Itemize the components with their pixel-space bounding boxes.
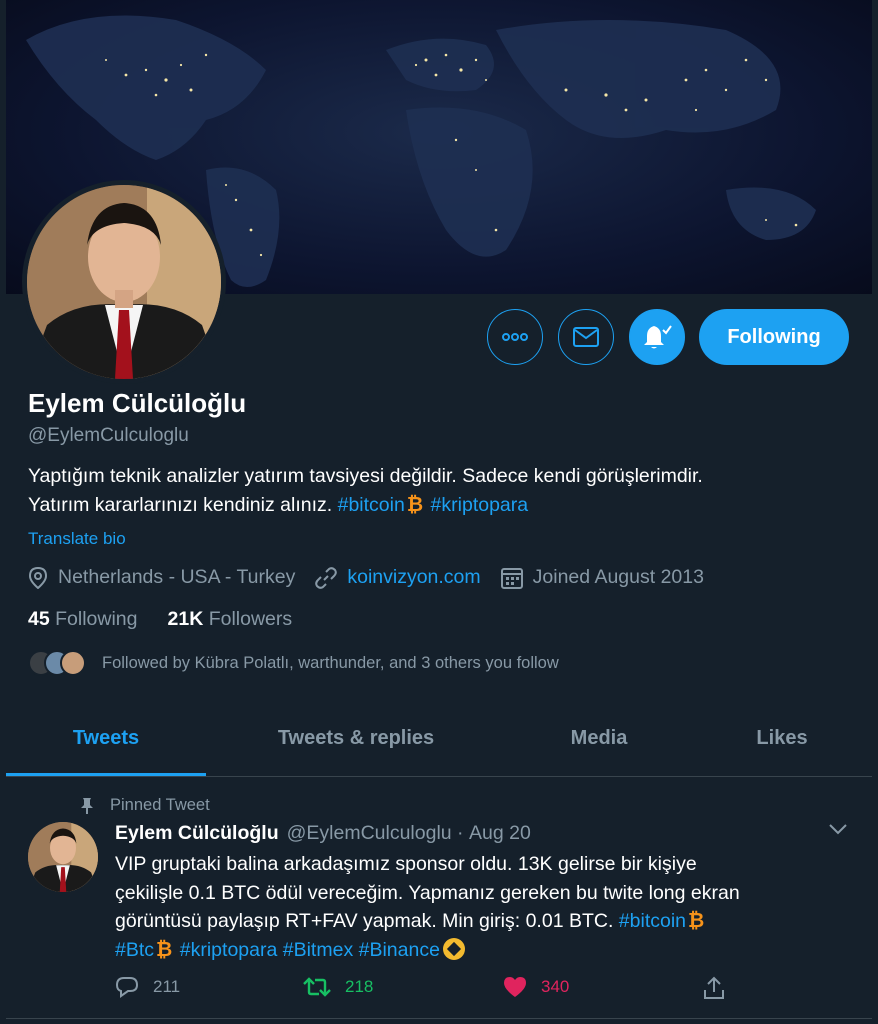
location: Netherlands - USA - Turkey bbox=[28, 566, 295, 589]
reply-icon bbox=[115, 977, 139, 998]
hashtag-kriptopara[interactable]: #kriptopara bbox=[431, 494, 529, 516]
join-date-text: Joined August 2013 bbox=[532, 566, 704, 588]
message-button[interactable] bbox=[558, 309, 614, 365]
bell-icon bbox=[644, 325, 672, 349]
profile-name: Eylem Cülcüloğlu bbox=[28, 388, 247, 418]
retweet-icon bbox=[303, 977, 331, 997]
tweet-line: görüntüsü paylaşıp RT+FAV yapmak. Min gi… bbox=[115, 907, 845, 936]
tweet-line-text: görüntüsü paylaşıp RT+FAV yapmak. Min gi… bbox=[115, 910, 614, 932]
hashtag-btc[interactable]: #Btc bbox=[115, 939, 154, 961]
profile-bio: Yaptığım teknik analizler yatırım tavsiy… bbox=[28, 462, 848, 520]
share-icon bbox=[704, 976, 724, 999]
hashtag-bitcoin[interactable]: #bitcoin bbox=[619, 910, 686, 932]
following-button[interactable]: Following bbox=[699, 309, 849, 365]
tweet-author-name[interactable]: Eylem Cülcüloğlu bbox=[115, 822, 279, 845]
hashtag-binance[interactable]: #Binance bbox=[359, 939, 440, 961]
following-label: Following bbox=[55, 608, 138, 630]
reply-button[interactable]: 211 bbox=[115, 976, 180, 998]
following-count: 45 bbox=[28, 608, 50, 630]
tweet-line: #Btc ₿ #kriptopara #Bitmex #Binance bbox=[115, 936, 845, 965]
tab-media[interactable]: Media bbox=[506, 700, 692, 776]
tab-tweets[interactable]: Tweets bbox=[6, 700, 206, 776]
like-button[interactable]: 340 bbox=[503, 976, 569, 998]
bitcoin-icon: ₿ bbox=[688, 910, 705, 932]
tweet-line: VIP gruptaki balina arkadaşımız sponsor … bbox=[115, 853, 697, 875]
tweet-actions: 211 218 340 bbox=[115, 976, 735, 1006]
tweet-date[interactable]: Aug 20 bbox=[469, 822, 531, 845]
hashtag-kriptopara[interactable]: #kriptopara bbox=[180, 939, 278, 961]
bitcoin-icon: ₿ bbox=[156, 938, 173, 961]
bio-line: Yaptığım teknik analizler yatırım tavsiy… bbox=[28, 465, 703, 487]
chevron-down-icon bbox=[829, 824, 847, 835]
pinned-text: Pinned Tweet bbox=[110, 796, 210, 814]
like-count: 340 bbox=[541, 977, 570, 996]
tab-tweets-replies[interactable]: Tweets & replies bbox=[206, 700, 506, 776]
more-icon bbox=[502, 333, 528, 341]
pinned-label: Pinned Tweet bbox=[80, 796, 210, 815]
tweet-line: çekilişle 0.1 BTC ödül vereceğim. Yapman… bbox=[115, 881, 740, 904]
following-count-link[interactable]: 45 Following bbox=[28, 608, 138, 631]
binance-icon bbox=[442, 937, 465, 960]
hashtag-bitcoin[interactable]: #bitcoin bbox=[338, 494, 405, 516]
tweet-header: Eylem Cülcüloğlu @EylemCulculoglu · Aug … bbox=[115, 822, 531, 845]
profile-tabs: Tweets Tweets & replies Media Likes bbox=[6, 700, 872, 777]
link-icon bbox=[315, 566, 338, 589]
divider bbox=[6, 1018, 872, 1019]
share-button[interactable] bbox=[703, 976, 739, 1000]
join-date: Joined August 2013 bbox=[500, 566, 704, 589]
tweet-avatar[interactable] bbox=[28, 822, 98, 892]
followers-count-link[interactable]: 21K Followers bbox=[168, 608, 293, 631]
follower-avatar bbox=[60, 650, 86, 676]
location-icon bbox=[28, 566, 48, 589]
website-link[interactable]: koinvizyon.com bbox=[347, 566, 480, 589]
profile-handle: @EylemCulculoglu bbox=[28, 425, 189, 446]
profile-meta: Netherlands - USA - Turkey koinvizyon.co… bbox=[28, 566, 724, 589]
pin-icon bbox=[81, 797, 93, 814]
tab-likes[interactable]: Likes bbox=[692, 700, 872, 776]
bio-text: Yatırım kararlarınızı kendiniz alınız. bbox=[28, 494, 333, 516]
bitcoin-icon: ₿ bbox=[406, 494, 424, 516]
heart-icon bbox=[504, 977, 526, 997]
tweet-menu-button[interactable] bbox=[828, 822, 848, 840]
followers-label: Followers bbox=[208, 608, 293, 630]
calendar-icon bbox=[500, 567, 523, 589]
tweet-text: VIP gruptaki balina arkadaşımız sponsor … bbox=[115, 850, 845, 964]
reply-count: 211 bbox=[153, 977, 181, 996]
location-text: Netherlands - USA - Turkey bbox=[58, 566, 296, 588]
bio-line: Yatırım kararlarınızı kendiniz alınız. #… bbox=[28, 491, 848, 520]
hashtag-bitmex[interactable]: #Bitmex bbox=[283, 939, 353, 961]
retweet-count: 218 bbox=[345, 977, 374, 996]
more-button[interactable] bbox=[487, 309, 543, 365]
website: koinvizyon.com bbox=[315, 566, 481, 589]
retweet-button[interactable]: 218 bbox=[303, 976, 373, 998]
followed-by[interactable]: Followed by Kübra Polatlı, warthunder, a… bbox=[28, 650, 559, 676]
translate-bio-link[interactable]: Translate bio bbox=[28, 529, 126, 549]
tweet-author-handle[interactable]: @EylemCulculoglu bbox=[287, 822, 452, 845]
follow-stats: 45 Following 21K Followers bbox=[28, 608, 322, 631]
followed-by-text: Followed by Kübra Polatlı, warthunder, a… bbox=[102, 653, 559, 672]
tweet-separator: · bbox=[451, 822, 469, 844]
envelope-icon bbox=[573, 327, 599, 347]
profile-avatar[interactable] bbox=[22, 180, 226, 384]
notifications-button[interactable] bbox=[629, 309, 685, 365]
followers-count: 21K bbox=[167, 608, 204, 630]
